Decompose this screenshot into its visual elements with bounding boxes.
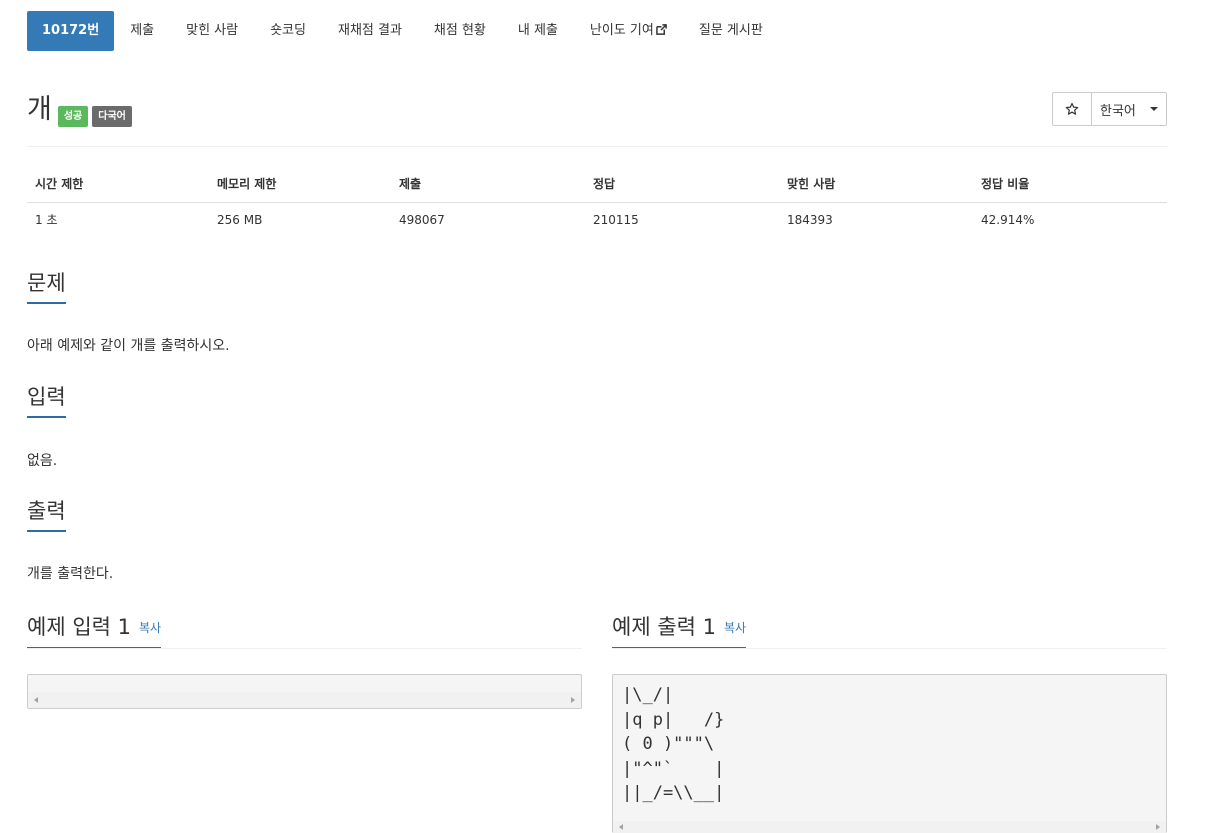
star-outline-icon <box>1065 102 1079 115</box>
output-heading: 출력 <box>27 496 66 532</box>
input-section-header: 입력 <box>27 382 1167 420</box>
output-description: 개를 출력한다. <box>27 566 114 582</box>
problem-section-header: 문제 <box>27 268 1167 306</box>
tab-problem[interactable]: 10172번 <box>27 11 115 51</box>
tab-short-coding[interactable]: 숏코딩 <box>254 11 322 51</box>
problem-actions: 한국어 <box>1052 92 1167 126</box>
copy-sample-input-link[interactable]: 복사 <box>139 621 161 635</box>
caret-down-icon <box>1149 107 1158 111</box>
sample-input-text <box>28 675 581 683</box>
success-badge: 성공 <box>57 105 89 127</box>
sample-output-scrollbar[interactable] <box>613 821 1166 833</box>
header-submissions: 제출 <box>391 166 585 203</box>
scroll-left-icon <box>34 697 38 703</box>
input-heading: 입력 <box>27 382 66 418</box>
scroll-right-icon <box>1156 824 1160 830</box>
value-solvers: 184393 <box>787 212 833 227</box>
problem-info-table: 시간 제한 메모리 제한 제출 정답 맞힌 사람 정답 비율 1 초 256 M… <box>27 166 1167 237</box>
output-section-header: 출력 <box>27 496 1167 534</box>
sample-input-scrollbar[interactable] <box>28 692 581 708</box>
sample-output-heading: 예제 출력 1 <box>612 615 716 639</box>
tab-difficulty-label: 난이도 기여 <box>589 23 654 38</box>
tab-judge-status[interactable]: 채점 현황 <box>418 11 502 51</box>
tab-solvers[interactable]: 맞힌 사람 <box>170 11 254 51</box>
info-value-row: 1 초 256 MB 498067 210115 184393 42.914% <box>27 202 1167 237</box>
language-label: 한국어 <box>1100 103 1136 119</box>
header-ratio: 정답 비율 <box>973 166 1167 203</box>
header-time-limit: 시간 제한 <box>27 166 209 203</box>
problem-heading: 문제 <box>27 268 66 304</box>
value-time-limit: 1 초 <box>35 213 58 228</box>
value-accepted: 210115 <box>593 212 639 227</box>
favorite-button[interactable] <box>1053 93 1092 125</box>
tab-question-board[interactable]: 질문 게시판 <box>683 11 779 51</box>
language-dropdown[interactable]: 한국어 <box>1092 93 1166 125</box>
scroll-right-icon <box>571 697 575 703</box>
header-memory-limit: 메모리 제한 <box>209 166 391 203</box>
external-link-icon <box>656 24 667 35</box>
sample-input-box <box>27 674 582 709</box>
value-submissions: 498067 <box>399 212 445 227</box>
tab-rejudge-result[interactable]: 재채점 결과 <box>322 11 418 51</box>
info-header-row: 시간 제한 메모리 제한 제출 정답 맞힌 사람 정답 비율 <box>27 166 1167 203</box>
sample-output-header: 예제 출력 1 복사 <box>612 612 747 649</box>
sample-output-box: |\_/| |q p| /} ( 0 )"""\ |"^"` | ||_/=\\… <box>612 674 1167 833</box>
scroll-left-icon <box>619 824 623 830</box>
value-memory-limit: 256 MB <box>217 212 263 227</box>
sample-input-heading: 예제 입력 1 <box>27 615 131 639</box>
header-solvers: 맞힌 사람 <box>779 166 973 203</box>
problem-description: 아래 예제와 같이 개를 출력하시오. <box>27 338 230 354</box>
tab-submit[interactable]: 제출 <box>114 11 170 51</box>
header-accepted: 정답 <box>585 166 779 203</box>
title-divider <box>27 146 1167 147</box>
sample-output-divider <box>612 648 1167 649</box>
problem-nav-tabs: 10172번 제출 맞힌 사람 숏코딩 재채점 결과 채점 현황 내 제출 난이… <box>27 11 779 51</box>
tab-my-submissions[interactable]: 내 제출 <box>502 11 574 51</box>
multilang-badge: 다국어 <box>92 105 132 127</box>
page-title: 개 <box>27 94 52 125</box>
value-ratio: 42.914% <box>981 212 1035 227</box>
input-description: 없음. <box>27 453 58 469</box>
tab-difficulty-contribution[interactable]: 난이도 기여 <box>574 11 683 51</box>
sample-input-header: 예제 입력 1 복사 <box>27 612 162 649</box>
problem-title-row: 개 성공 다국어 <box>27 93 132 127</box>
sample-input-divider <box>27 648 582 649</box>
copy-sample-output-link[interactable]: 복사 <box>724 621 746 635</box>
sample-output-text: |\_/| |q p| /} ( 0 )"""\ |"^"` | ||_/=\\… <box>622 685 725 803</box>
